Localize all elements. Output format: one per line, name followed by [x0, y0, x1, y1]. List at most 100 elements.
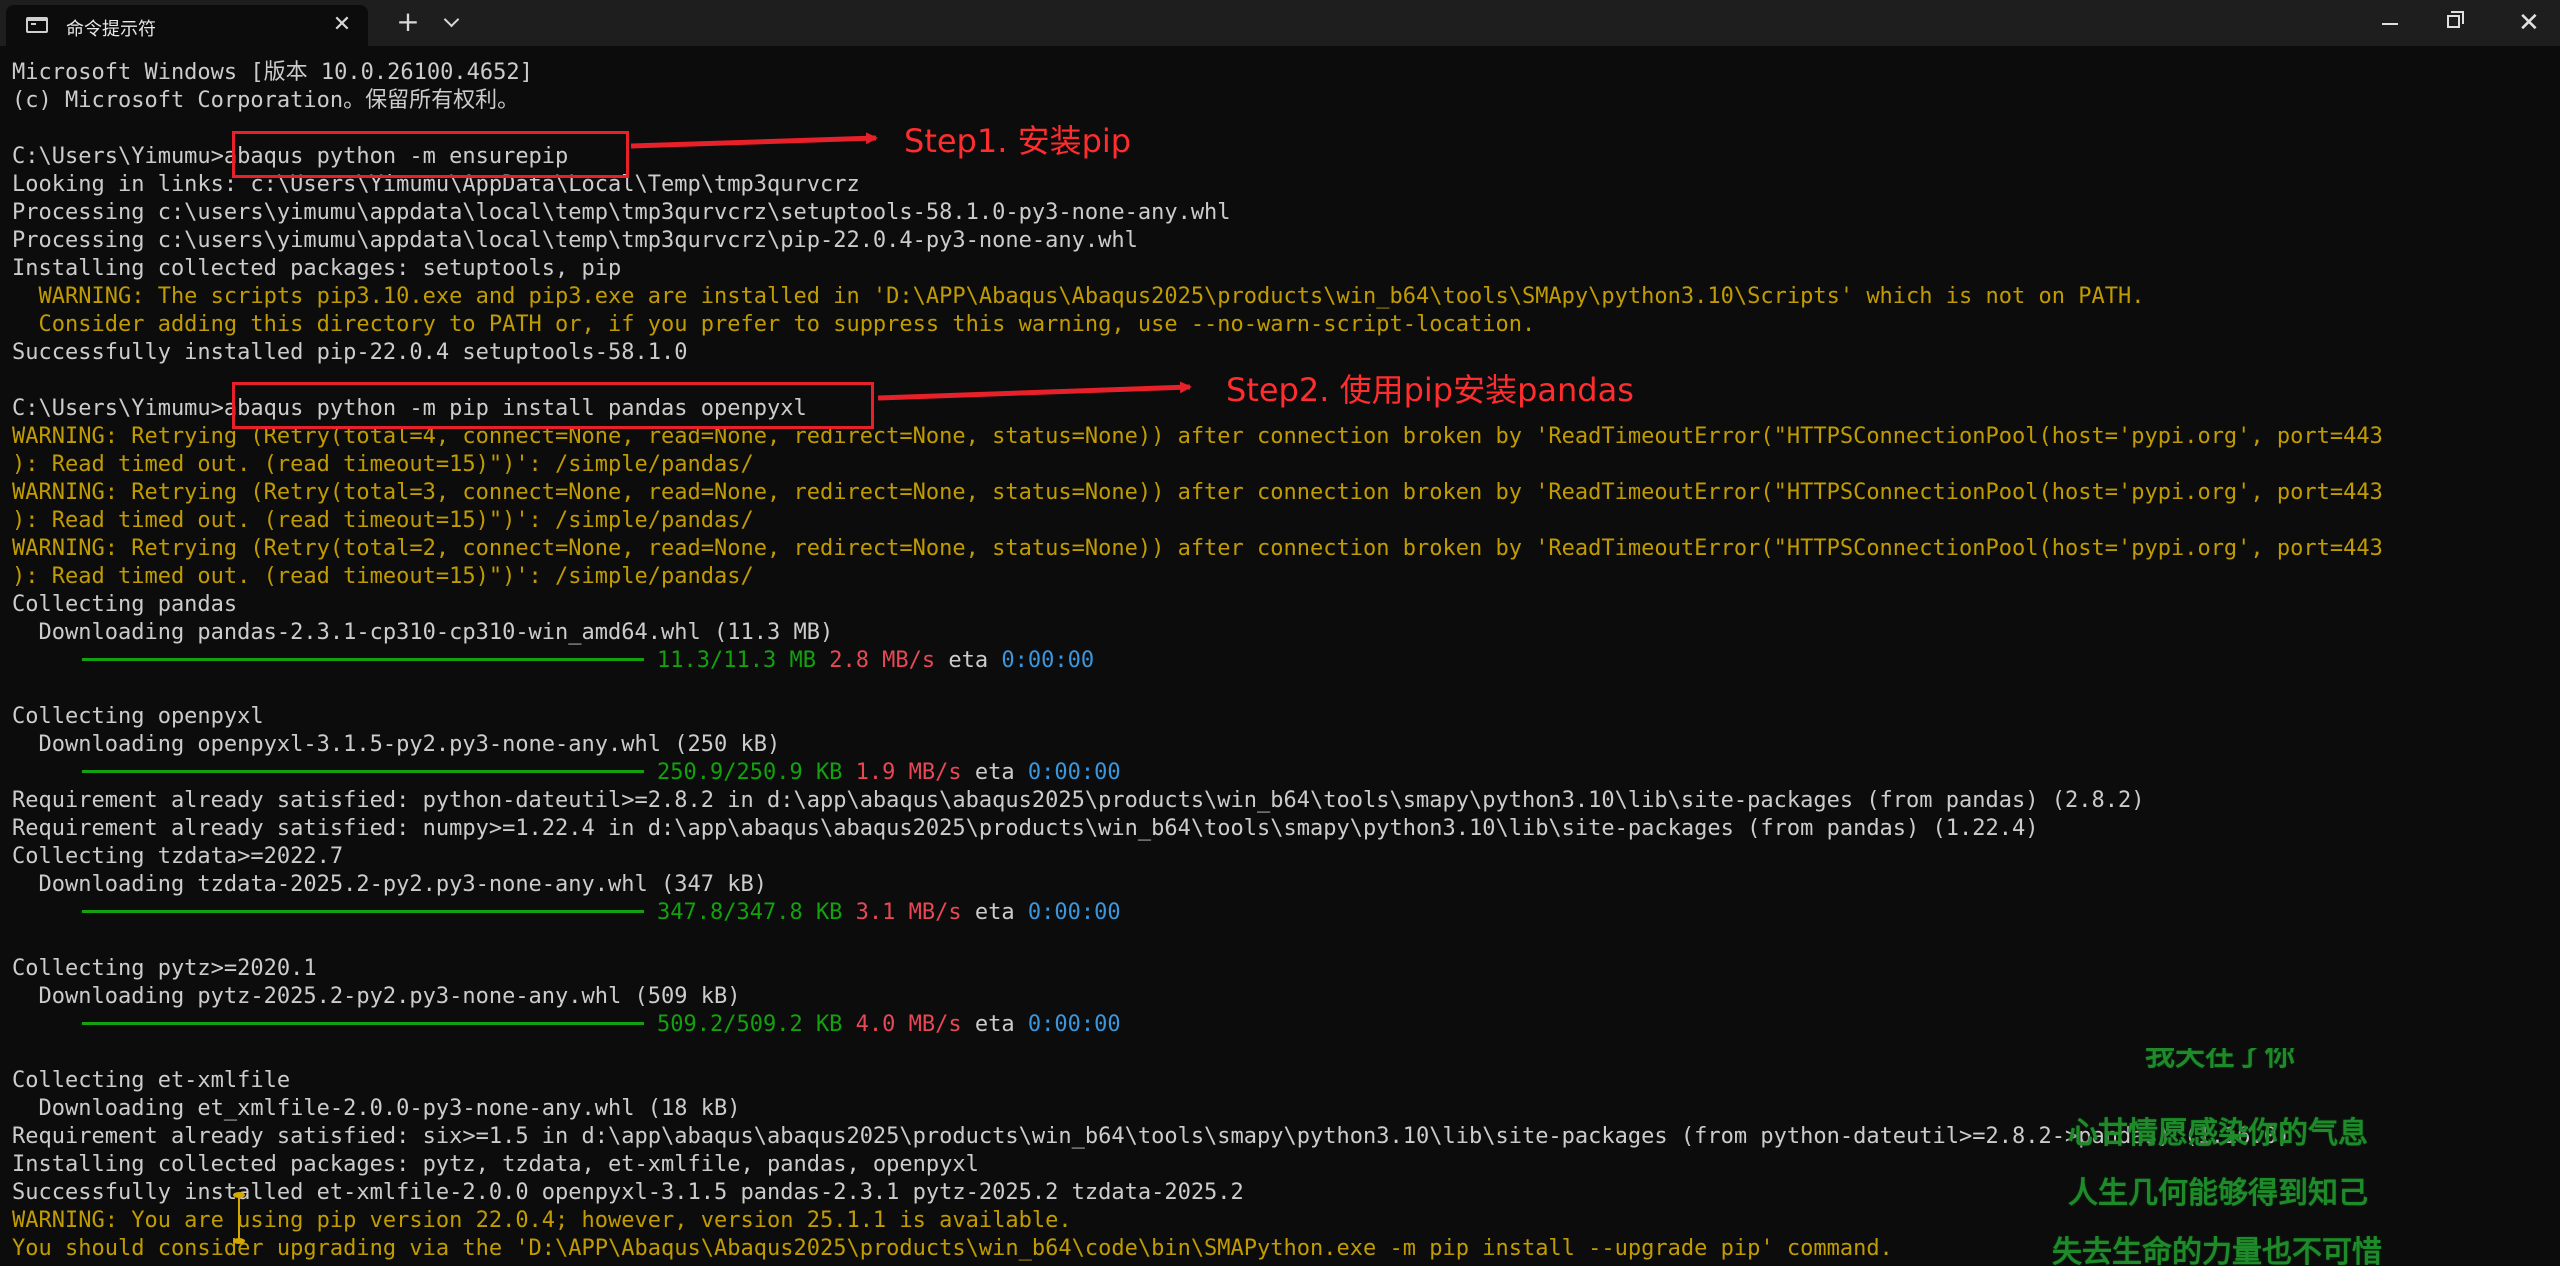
terminal-text: Downloading et_xmlfile-2.0.0-py3-none-an…: [12, 1096, 741, 1121]
terminal-line: Downloading pytz-2025.2-py2.py3-none-any…: [12, 983, 2552, 1011]
terminal-text: Collecting tzdata>=2022.7: [12, 844, 344, 869]
terminal-text: 0:00:00: [1001, 648, 1095, 673]
terminal-text: Microsoft Windows [版本 10.0.26100.4652]: [12, 60, 533, 85]
terminal-text: Successfully installed pip-22.0.4 setupt…: [12, 340, 688, 365]
terminal-text: eta: [935, 648, 1002, 673]
terminal-line: Collecting et-xmlfile: [12, 1067, 2552, 1095]
terminal-text: Downloading openpyxl-3.1.5-py2.py3-none-…: [12, 732, 781, 757]
terminal-text: Requirement already satisfied: six>=1.5 …: [12, 1124, 2291, 1149]
close-window-icon[interactable]: ✕: [2518, 10, 2540, 36]
progress-bar: [82, 1021, 644, 1025]
lyric-line-partial: 我天在了你: [2145, 1048, 2295, 1070]
terminal-line: ): Read timed out. (read timeout=15)")':…: [12, 507, 2552, 535]
terminal-text: 4.0 MB/s: [842, 1012, 962, 1037]
terminal-line: (c) Microsoft Corporation。保留所有权利。: [12, 87, 2552, 115]
terminal-text: Collecting et-xmlfile: [12, 1068, 291, 1093]
terminal-text: 509.2/509.2 KB: [657, 1012, 843, 1037]
terminal-icon: [26, 17, 48, 33]
lyric-line-3: 失去生命的力量也不可惜: [2052, 1235, 2382, 1266]
terminal-line: Requirement already satisfied: python-da…: [12, 787, 2552, 815]
terminal-text: WARNING: Retrying (Retry(total=2, connec…: [12, 536, 2383, 561]
tab-title: 命令提示符: [66, 19, 156, 40]
chevron-down-icon[interactable]: [436, 6, 468, 38]
terminal-text: eta: [961, 760, 1028, 785]
terminal-text: Downloading pandas-2.3.1-cp310-cp310-win…: [12, 620, 834, 645]
terminal-line: 347.8/347.8 KB 3.1 MB/s eta 0:00:00: [12, 899, 2552, 927]
terminal-text: ): Read timed out. (read timeout=15)")':…: [12, 508, 754, 533]
terminal-line: Downloading tzdata-2025.2-py2.py3-none-a…: [12, 871, 2552, 899]
terminal-line: Successfully installed pip-22.0.4 setupt…: [12, 339, 2552, 367]
terminal-line: Downloading pandas-2.3.1-cp310-cp310-win…: [12, 619, 2552, 647]
terminal-text: ): Read timed out. (read timeout=15)")':…: [12, 564, 754, 589]
title-bar: 命令提示符 ✕ + ✕: [0, 0, 2560, 46]
terminal-line: Collecting openpyxl: [12, 703, 2552, 731]
terminal-text: 3.1 MB/s: [842, 900, 962, 925]
terminal-line: Microsoft Windows [版本 10.0.26100.4652]: [12, 59, 2552, 87]
terminal-text: Consider adding this directory to PATH o…: [12, 312, 1536, 337]
step1-label: Step1. 安装pip: [904, 122, 1132, 160]
progress-bar: [82, 657, 644, 661]
terminal-line: Collecting tzdata>=2022.7: [12, 843, 2552, 871]
terminal-text: ): Read timed out. (read timeout=15)")':…: [12, 452, 754, 477]
terminal-text: WARNING: The scripts pip3.10.exe and pip…: [12, 284, 2145, 309]
terminal-line: ): Read timed out. (read timeout=15)")':…: [12, 451, 2552, 479]
terminal-text: WARNING: You are using pip version 22.0.…: [12, 1208, 1072, 1233]
terminal-line: Requirement already satisfied: numpy>=1.…: [12, 815, 2552, 843]
progress-bar: [82, 909, 644, 913]
terminal-text: 11.3/11.3 MB: [657, 648, 816, 673]
terminal-line: 11.3/11.3 MB 2.8 MB/s eta 0:00:00: [12, 647, 2552, 675]
terminal-text: You should consider upgrading via the 'D…: [12, 1236, 1893, 1261]
terminal-text: (c) Microsoft Corporation。保留所有权利。: [12, 88, 520, 113]
text-cursor-icon: [233, 1192, 245, 1244]
terminal-text: 2.8 MB/s: [815, 648, 936, 673]
terminal-text: 0:00:00: [1027, 900, 1121, 925]
terminal-line: ): Read timed out. (read timeout=15)")':…: [12, 563, 2552, 591]
terminal-text: WARNING: Retrying (Retry(total=3, connec…: [12, 480, 2383, 505]
step2-highlight-box: [232, 382, 874, 429]
terminal-line: WARNING: Retrying (Retry(total=2, connec…: [12, 535, 2552, 563]
new-tab-button[interactable]: +: [392, 6, 424, 38]
terminal-text: Processing c:\users\yimumu\appdata\local…: [12, 228, 1138, 253]
lyric-line-1: 心甘情愿感染你的气息: [2068, 1116, 2368, 1151]
tab-command-prompt[interactable]: 命令提示符 ✕: [6, 5, 368, 46]
terminal-line: WARNING: Retrying (Retry(total=3, connec…: [12, 479, 2552, 507]
terminal-line: Installing collected packages: setuptool…: [12, 255, 2552, 283]
terminal-text: eta: [961, 900, 1028, 925]
close-tab-icon[interactable]: ✕: [328, 11, 356, 39]
terminal-text: Requirement already satisfied: numpy>=1.…: [12, 816, 2039, 841]
progress-bar: [82, 769, 644, 773]
terminal-window: 命令提示符 ✕ + ✕ Microsoft Windows [版本 10.0.2…: [0, 0, 2560, 1266]
terminal-text: Installing collected packages: setuptool…: [12, 256, 622, 281]
step1-highlight-box: [232, 131, 629, 178]
step2-label: Step2. 使用pip安装pandas: [1226, 371, 1634, 409]
terminal-line: Collecting pytz>=2020.1: [12, 955, 2552, 983]
terminal-line: Consider adding this directory to PATH o…: [12, 311, 2552, 339]
restore-icon[interactable]: [2447, 11, 2464, 28]
terminal-text: Processing c:\users\yimumu\appdata\local…: [12, 200, 1231, 225]
terminal-line: Collecting pandas: [12, 591, 2552, 619]
terminal-text: Downloading tzdata-2025.2-py2.py3-none-a…: [12, 872, 767, 897]
terminal-line: 509.2/509.2 KB 4.0 MB/s eta 0:00:00: [12, 1011, 2552, 1039]
terminal-text: 250.9/250.9 KB: [657, 760, 843, 785]
terminal-text: Collecting pytz>=2020.1: [12, 956, 317, 981]
terminal-text: Collecting openpyxl: [12, 704, 264, 729]
terminal-text: Downloading pytz-2025.2-py2.py3-none-any…: [12, 984, 741, 1009]
terminal-text: 1.9 MB/s: [842, 760, 962, 785]
terminal-text: eta: [961, 1012, 1028, 1037]
terminal-text: 0:00:00: [1027, 1012, 1121, 1037]
terminal-line: Downloading openpyxl-3.1.5-py2.py3-none-…: [12, 731, 2552, 759]
terminal-output[interactable]: Microsoft Windows [版本 10.0.26100.4652] (c…: [12, 59, 2552, 1261]
terminal-text: 0:00:00: [1027, 760, 1121, 785]
terminal-line: Processing c:\users\yimumu\appdata\local…: [12, 199, 2552, 227]
terminal-text: 347.8/347.8 KB: [657, 900, 843, 925]
terminal-text: Successfully installed et-xmlfile-2.0.0 …: [12, 1180, 1244, 1205]
terminal-text: Collecting pandas: [12, 592, 238, 617]
terminal-line: Processing c:\users\yimumu\appdata\local…: [12, 227, 2552, 255]
minimize-button[interactable]: [2338, 0, 2430, 46]
terminal-text: Requirement already satisfied: python-da…: [12, 788, 2145, 813]
terminal-line: WARNING: The scripts pip3.10.exe and pip…: [12, 283, 2552, 311]
lyric-line-2: 人生几何能够得到知己: [2068, 1176, 2368, 1211]
terminal-text: Installing collected packages: pytz, tzd…: [12, 1152, 979, 1177]
